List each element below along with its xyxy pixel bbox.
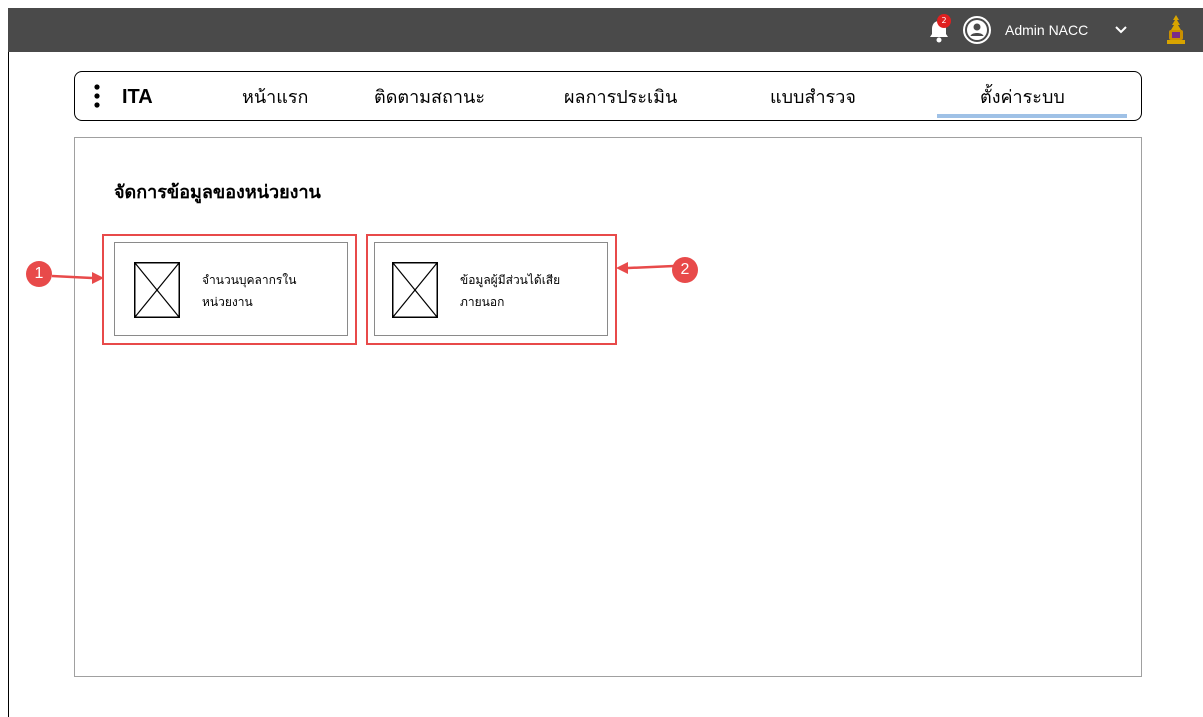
annotation-arrow-left-icon — [616, 262, 674, 274]
user-avatar-icon[interactable] — [962, 15, 992, 45]
content-panel — [74, 137, 1142, 677]
annotation-marker-1: 1 — [26, 261, 52, 287]
notification-count-badge: 2 — [937, 14, 951, 28]
page-edge-line — [8, 52, 9, 717]
nav-item-settings[interactable]: ตั้งค่าระบบ — [980, 86, 1065, 110]
user-name[interactable]: Admin NACC — [1005, 20, 1088, 40]
card-label-line-1: ข้อมูลผู้มีส่วนได้เสีย — [460, 273, 561, 287]
chevron-down-icon[interactable] — [1114, 23, 1128, 37]
nav-item-track-status[interactable]: ติดตามสถานะ — [374, 86, 485, 110]
page-title: จัดการข้อมูลของหน่วยงาน — [114, 182, 321, 203]
brand-logo-text[interactable]: ITA — [122, 85, 153, 109]
nav-item-evaluation-results[interactable]: ผลการประเมิน — [564, 86, 677, 110]
annotation-arrow-right-icon — [52, 272, 104, 284]
annotation-marker-2: 2 — [672, 257, 698, 283]
image-placeholder-icon — [392, 262, 438, 318]
nav-item-survey[interactable]: แบบสำรวจ — [770, 86, 856, 110]
nav-item-home[interactable]: หน้าแรก — [242, 86, 308, 110]
card-label-line-1: จำนวนบุคลากรใน — [202, 273, 297, 287]
card-label-line-2: หน่วยงาน — [202, 295, 253, 309]
card-label-line-2: ภายนอก — [460, 295, 505, 309]
active-tab-indicator — [937, 114, 1127, 118]
image-placeholder-icon — [134, 262, 180, 318]
emblem-logo-icon — [1167, 15, 1185, 44]
kebab-menu-icon[interactable] — [92, 82, 102, 110]
